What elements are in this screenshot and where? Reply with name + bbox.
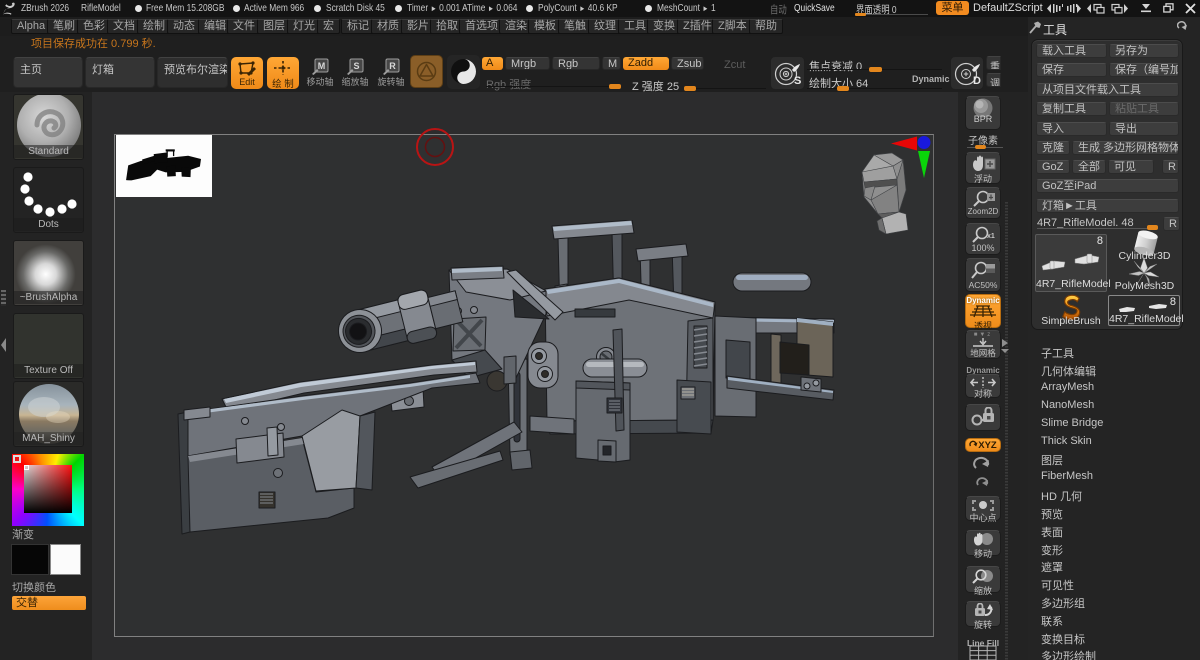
svg-text:S: S: [353, 61, 359, 71]
svg-text:M: M: [318, 61, 326, 71]
svg-text:S: S: [794, 75, 801, 87]
svg-text:R: R: [389, 61, 396, 71]
svg-text:D: D: [973, 75, 981, 87]
svg-text:x1: x1: [987, 233, 995, 240]
